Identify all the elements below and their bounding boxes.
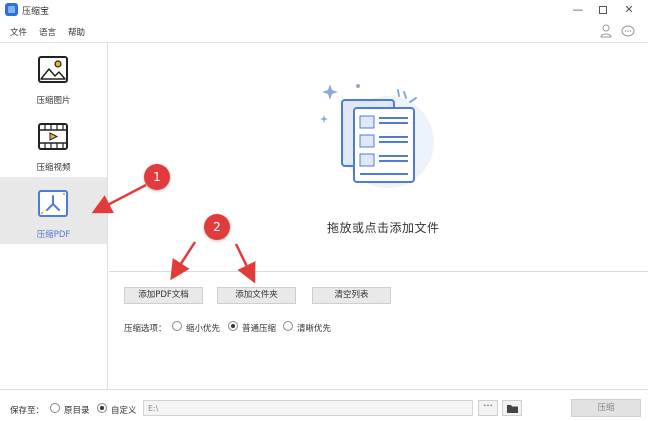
drop-hint-text: 拖放或点击添加文件 bbox=[327, 221, 440, 235]
sidebar-item-label: 压缩视频 bbox=[36, 163, 71, 173]
pdf-documents-icon bbox=[320, 84, 434, 188]
maximize-icon bbox=[599, 6, 607, 14]
menu-help[interactable]: 帮助 bbox=[68, 26, 85, 38]
radio-original-dir[interactable] bbox=[50, 403, 60, 413]
app-title: 压缩宝 bbox=[22, 7, 50, 17]
maximize-button[interactable] bbox=[590, 0, 616, 20]
clear-list-button[interactable]: 清空列表 bbox=[312, 287, 391, 304]
open-folder-button[interactable] bbox=[502, 400, 522, 416]
menu-language[interactable]: 语言 bbox=[39, 26, 56, 38]
sidebar-item-label: 压缩图片 bbox=[36, 96, 71, 106]
radio-quality-first[interactable] bbox=[283, 321, 293, 331]
radio-normal[interactable] bbox=[228, 321, 238, 331]
compress-options-label: 压缩选项： bbox=[124, 324, 167, 334]
dropzone-divider bbox=[109, 271, 648, 272]
step-badge-2: 2 bbox=[204, 214, 230, 240]
sidebar-item-video[interactable]: 压缩视频 bbox=[0, 110, 107, 176]
pdf-icon bbox=[38, 190, 68, 217]
folder-icon bbox=[507, 405, 518, 413]
radio-label: 清晰优先 bbox=[297, 324, 332, 334]
chat-icon[interactable] bbox=[621, 25, 635, 37]
radio-custom-dir[interactable] bbox=[97, 403, 107, 413]
radio-label: 原目录 bbox=[64, 406, 90, 416]
title-bar: 压缩宝 — ✕ bbox=[0, 0, 648, 20]
compress-button[interactable]: 压缩 bbox=[571, 399, 641, 417]
menu-file[interactable]: 文件 bbox=[10, 26, 27, 38]
step-badge-1: 1 bbox=[144, 164, 170, 190]
sidebar-item-pdf[interactable]: 压缩PDF bbox=[0, 177, 107, 244]
add-pdf-button[interactable]: 添加PDF文档 bbox=[124, 287, 203, 304]
sidebar-item-image[interactable]: 压缩图片 bbox=[0, 43, 107, 109]
menu-bar: 文件 语言 帮助 bbox=[0, 20, 648, 42]
image-icon bbox=[38, 56, 68, 83]
minimize-button[interactable]: — bbox=[565, 0, 591, 20]
radio-label: 缩小优先 bbox=[186, 324, 221, 334]
radio-size-first[interactable] bbox=[172, 321, 182, 331]
browse-button[interactable]: ··· bbox=[478, 400, 498, 416]
add-folder-button[interactable]: 添加文件夹 bbox=[217, 287, 296, 304]
video-icon bbox=[38, 123, 68, 150]
close-button[interactable]: ✕ bbox=[616, 0, 642, 20]
save-path-input[interactable] bbox=[143, 400, 473, 416]
radio-label: 自定义 bbox=[111, 406, 137, 416]
app-logo-icon bbox=[5, 3, 18, 16]
save-to-label: 保存至： bbox=[10, 406, 45, 416]
radio-label: 普通压缩 bbox=[242, 324, 277, 334]
user-icon[interactable] bbox=[600, 24, 612, 38]
sidebar-item-label: 压缩PDF bbox=[36, 230, 71, 240]
